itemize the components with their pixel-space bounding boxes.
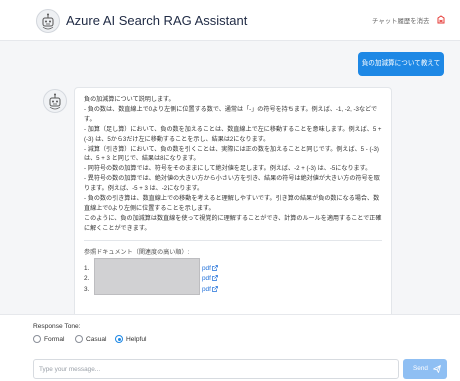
answer-line: - 負の数は、数直線上で0より左側に位置する数で、通常は「-」の符号を持ちます。… (84, 105, 378, 123)
reference-number: 3. (84, 285, 90, 293)
chat-area[interactable]: 負の加減算について教えて 負の加減算について説明します。 - 負の数は、数直線上… (0, 41, 460, 329)
answer-line: - 減算（引き算）において、負の数を引くことは、実際には正の数を加えることと同じ… (84, 145, 381, 163)
answer-line: - 負の数の引き算は、数直線上での移動を考えると理解しやすいです。引き算の結果が… (84, 195, 380, 212)
paper-plane-icon (433, 365, 441, 373)
composer-footer: Response Tone: Formal Casual Helpful Sen… (0, 314, 460, 381)
reference-number: 2. (84, 275, 90, 283)
reference-link[interactable]: pdf (202, 274, 218, 285)
tone-label-helpful: Helpful (126, 336, 147, 343)
send-label: Send (413, 365, 428, 372)
response-tone-label: Response Tone: (33, 323, 81, 330)
reference-number: 1. (84, 264, 90, 272)
app-window: Azure AI Search RAG Assistant チャット履歴を消去 … (0, 0, 460, 381)
tone-label-casual: Casual (86, 336, 107, 343)
reference-item: 1. pdf (84, 257, 382, 295)
reference-link-text[interactable]: pdf (202, 286, 211, 293)
external-link-icon (212, 275, 218, 282)
tone-radio-helpful[interactable] (115, 335, 123, 343)
references-label: 参照ドキュメント（関連度の高い順）: (84, 248, 190, 256)
send-button[interactable]: Send (403, 359, 447, 379)
reference-link[interactable]: pdf (202, 285, 218, 296)
robot-icon (43, 89, 67, 113)
external-link-icon (212, 265, 218, 271)
robot-icon (36, 9, 60, 33)
reference-item: 2. pdf (84, 274, 382, 285)
reference-link[interactable]: pdf (202, 264, 218, 275)
answer-line: - 同符号の数の加算では、符号をそのままにして絶対値を足します。例えば、-2 +… (84, 165, 372, 173)
reference-link-text[interactable]: pdf (202, 275, 211, 282)
message-input[interactable] (34, 360, 398, 378)
clear-history-button[interactable]: チャット履歴を消去 (372, 16, 429, 25)
header-bar: Azure AI Search RAG Assistant チャット履歴を消去 (0, 0, 460, 41)
assistant-message-card: 負の加減算について説明します。 - 負の数は、数直線上で0より左側に位置する数で… (74, 87, 392, 329)
answer-line: - 加算（足し算）において、負の数を加えることは、数直線上で左に移動することを意… (84, 125, 384, 143)
user-message-bubble: 負の加減算について教えて (358, 52, 444, 76)
divider (84, 239, 382, 241)
external-link-icon (212, 286, 218, 292)
message-input-wrapper (33, 359, 399, 379)
reference-item: 3. pdf (84, 285, 382, 296)
tone-radio-casual[interactable] (75, 335, 83, 343)
tone-radio-formal[interactable] (33, 335, 41, 343)
answer-line: - 異符号の数の加算では、絶対値の大きい方から小さい方を引き、結果の符号は絶対値… (84, 175, 380, 193)
answer-line: このように、負の加減算は数直線を使って視覚的に理解することができ、計算のルールを… (84, 214, 382, 232)
answer-line: 負の加減算について説明します。 (84, 96, 175, 103)
clear-icon[interactable] (436, 15, 446, 25)
tone-label-formal: Formal (44, 336, 65, 343)
reference-link-text[interactable]: pdf (202, 265, 211, 272)
app-title: Azure AI Search RAG Assistant (66, 13, 248, 28)
